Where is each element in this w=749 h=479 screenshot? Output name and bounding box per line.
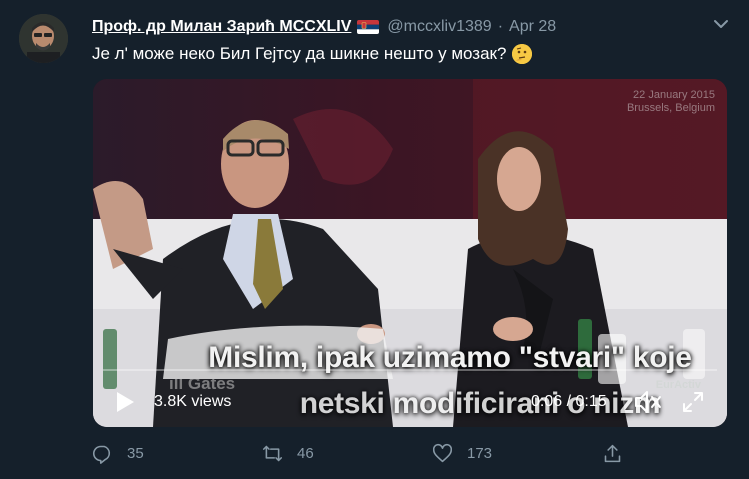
separator: · (497, 18, 504, 35)
like-icon (432, 443, 453, 463)
tweet-header: Проф. др Милан Зарић MCCXLIV @mccxliv138… (92, 16, 556, 38)
serbian-flag-icon (357, 20, 380, 34)
volume-icon[interactable] (634, 389, 662, 415)
tweet-text: Је л' може неко Бил Гејтсу да шикне нешт… (92, 44, 533, 64)
video-watermark: 22 January 2015 Brussels, Belgium (627, 89, 715, 115)
tweet-actions: 35 46 173 (92, 443, 632, 467)
fullscreen-icon[interactable] (682, 391, 704, 413)
video-player[interactable]: 22 January 2015 Brussels, Belgium Mislim… (93, 79, 727, 427)
retweet-count: 46 (297, 445, 314, 462)
reply-count: 35 (127, 445, 144, 462)
watermark-place: Brussels, Belgium (626, 102, 715, 114)
reply-button[interactable]: 35 (92, 443, 144, 464)
view-count: 3.8K views (154, 393, 232, 410)
chevron-down-icon[interactable] (711, 14, 731, 34)
like-button[interactable]: 173 (432, 443, 492, 464)
video-time: 0:06 / 0:15 (531, 393, 607, 410)
reply-icon (92, 445, 111, 464)
tweet-date[interactable]: Apr 28 (509, 18, 556, 36)
video-controls: 3.8K views 0:06 / 0:15 (93, 379, 727, 423)
like-count: 173 (467, 445, 493, 462)
watermark-date: 22 January 2015 (633, 89, 715, 101)
retweet-button[interactable]: 46 (262, 443, 314, 464)
share-icon (604, 444, 621, 463)
retweet-icon (262, 445, 283, 462)
handle[interactable]: @mccxliv1389 (387, 18, 491, 36)
tweet-text-content: Је л' може неко Бил Гејтсу да шикне нешт… (92, 44, 507, 63)
avatar[interactable] (19, 14, 68, 63)
display-name[interactable]: Проф. др Милан Зарић MCCXLIV (92, 18, 351, 36)
play-icon[interactable] (115, 391, 135, 413)
share-button[interactable] (602, 443, 637, 464)
video-progress-bar[interactable] (103, 369, 717, 371)
thinking-face-emoji (512, 44, 533, 64)
